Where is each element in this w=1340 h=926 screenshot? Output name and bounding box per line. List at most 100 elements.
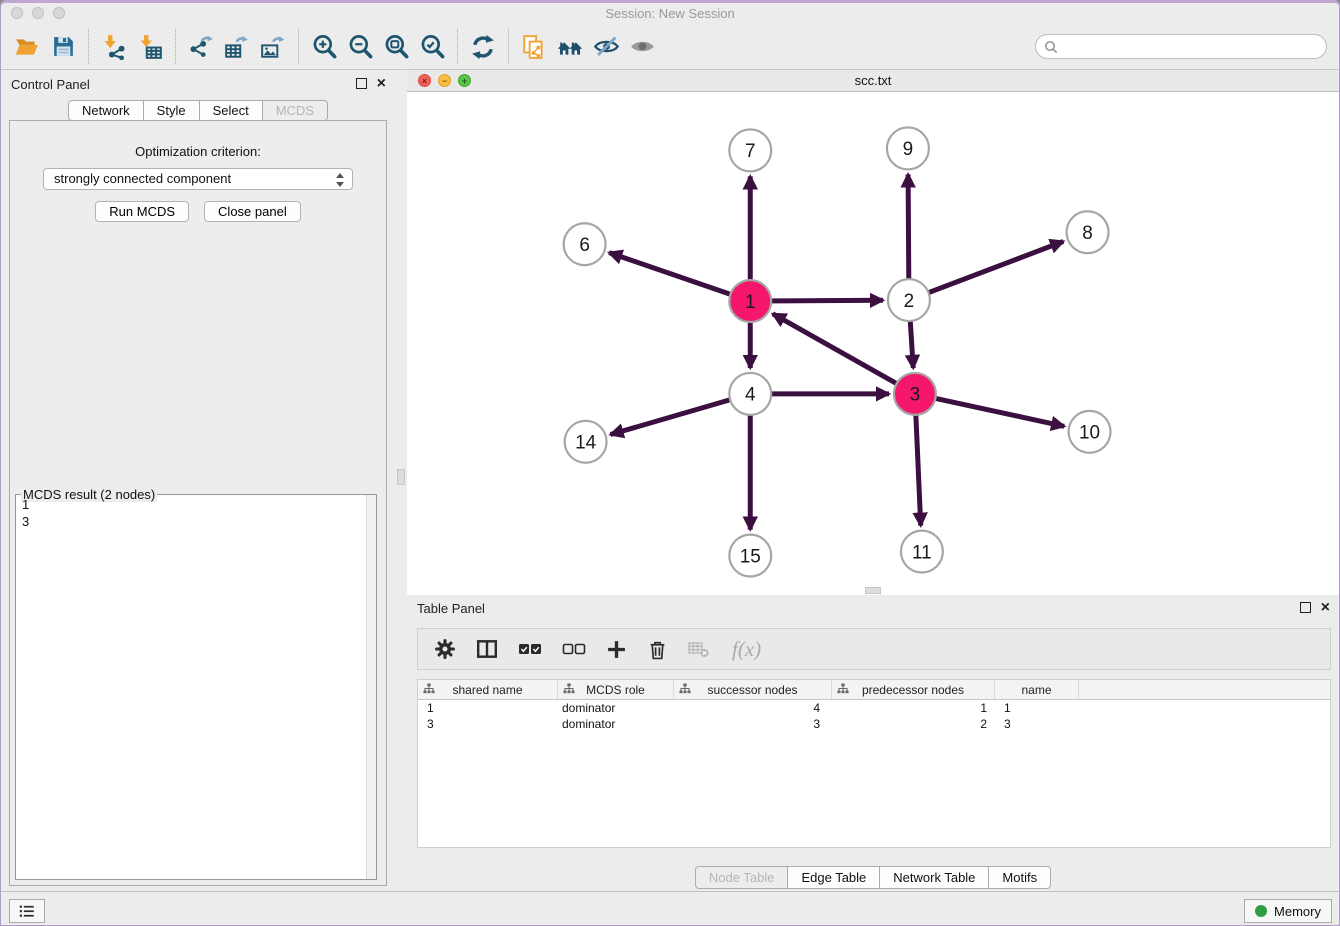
graph-edge-2-8[interactable] (909, 241, 1063, 300)
table-panel-window-buttons: × (1300, 602, 1330, 613)
column-header-predecessor-nodes[interactable]: predecessor nodes (832, 680, 995, 699)
tab-motifs[interactable]: Motifs (989, 866, 1051, 889)
graph-edge-3-1[interactable] (773, 314, 915, 394)
export-network-icon (188, 34, 214, 60)
import-table-icon (137, 34, 163, 60)
network-graph: 7968124314101511 (407, 92, 1339, 595)
network-window-titlebar: × − + scc.txt (407, 71, 1339, 92)
tab-node-table[interactable]: Node Table (695, 866, 789, 889)
optimization-criterion-select[interactable]: strongly connected component (43, 168, 353, 190)
table-cell: 3 (418, 716, 558, 732)
titlebar: Session: New Session (1, 3, 1339, 24)
hide-selected-button[interactable] (588, 28, 624, 66)
memory-status-icon (1255, 905, 1267, 917)
close-window-button[interactable] (11, 7, 23, 19)
import-network-button[interactable] (96, 28, 132, 66)
column-header-mcds-role[interactable]: MCDS role (558, 680, 674, 699)
table-cell: 1 (832, 700, 995, 716)
function-builder-button[interactable]: f(x) (732, 637, 761, 662)
close-panel-icon[interactable]: × (377, 78, 386, 89)
network-window-controls: × − + (418, 74, 471, 87)
open-session-button[interactable] (9, 28, 45, 66)
tab-select[interactable]: Select (200, 100, 263, 121)
zoom-selected-icon (419, 33, 446, 60)
tree-icon (837, 683, 849, 698)
window-title: Session: New Session (1, 3, 1339, 24)
column-header-name[interactable]: name (995, 680, 1079, 699)
tab-network[interactable]: Network (68, 100, 144, 121)
deselect-all-button[interactable] (562, 641, 586, 657)
table-row[interactable]: 1dominator411 (418, 700, 1330, 716)
control-panel-tabs: Network Style Select MCDS (1, 100, 395, 121)
export-network-button[interactable] (183, 28, 219, 66)
export-image-button[interactable] (255, 28, 291, 66)
node-table: shared name MCDS role successor nodes (417, 679, 1331, 848)
minimize-network-button[interactable]: − (438, 74, 451, 87)
table-cell: dominator (558, 700, 674, 716)
window-controls (11, 7, 65, 19)
canvas-splitter-grip[interactable] (865, 587, 881, 594)
float-table-panel-icon[interactable] (1300, 602, 1311, 613)
zoom-fit-button[interactable] (378, 28, 414, 66)
mcds-result-scrollbar[interactable] (366, 495, 376, 879)
search-box (1035, 34, 1327, 59)
close-network-button[interactable]: × (418, 74, 431, 87)
select-all-button[interactable] (518, 641, 542, 657)
node-table-header: shared name MCDS role successor nodes (418, 680, 1330, 700)
graph-edge-1-6[interactable] (609, 253, 750, 301)
delete-column-button[interactable] (647, 639, 668, 660)
minimize-window-button[interactable] (32, 7, 44, 19)
add-column-button[interactable] (606, 639, 627, 660)
search-input[interactable] (1062, 38, 1318, 55)
table-settings-button[interactable] (434, 638, 456, 660)
column-label: shared name (452, 683, 522, 697)
split-view-button[interactable] (476, 638, 498, 660)
refresh-button[interactable] (465, 28, 501, 66)
delete-table-button[interactable] (688, 640, 712, 658)
table-panel-title: Table Panel (417, 601, 485, 616)
trash-icon (647, 639, 668, 660)
vertical-splitter[interactable] (395, 71, 407, 891)
mcds-tab-content: Optimization criterion: strongly connect… (9, 120, 387, 886)
toolbar-separator (457, 29, 458, 64)
run-mcds-button[interactable]: Run MCDS (95, 201, 189, 222)
list-icon (18, 902, 36, 920)
import-network-icon (101, 34, 127, 60)
zoom-out-button[interactable] (342, 28, 378, 66)
clone-network-button[interactable] (516, 28, 552, 66)
graph-node-label: 2 (904, 291, 915, 312)
gear-icon (434, 638, 456, 660)
tab-style[interactable]: Style (144, 100, 200, 121)
zoom-in-icon (311, 33, 338, 60)
clone-network-icon (521, 34, 547, 60)
graph-edge-3-10[interactable] (915, 394, 1064, 426)
main-toolbar (1, 24, 1339, 70)
close-table-panel-icon[interactable]: × (1321, 602, 1330, 613)
optimization-criterion-label: Optimization criterion: (10, 144, 386, 159)
close-panel-button[interactable]: Close panel (204, 201, 301, 222)
maximize-window-button[interactable] (53, 7, 65, 19)
zoom-selected-button[interactable] (414, 28, 450, 66)
first-neighbors-button[interactable] (552, 28, 588, 66)
import-table-button[interactable] (132, 28, 168, 66)
tab-network-table[interactable]: Network Table (880, 866, 989, 889)
column-header-shared-name[interactable]: shared name (418, 680, 558, 699)
show-all-button[interactable] (624, 28, 660, 66)
column-header-successor-nodes[interactable]: successor nodes (674, 680, 832, 699)
table-row[interactable]: 3dominator323 (418, 716, 1330, 732)
table-cell: dominator (558, 716, 674, 732)
maximize-network-button[interactable]: + (458, 74, 471, 87)
splitter-grip[interactable] (397, 469, 405, 485)
eye-icon (629, 33, 656, 60)
network-canvas[interactable]: 7968124314101511 (407, 92, 1339, 595)
save-session-button[interactable] (45, 28, 81, 66)
export-table-button[interactable] (219, 28, 255, 66)
task-history-button[interactable] (9, 899, 45, 923)
tab-edge-table[interactable]: Edge Table (788, 866, 880, 889)
float-panel-icon[interactable] (356, 78, 367, 89)
zoom-in-button[interactable] (306, 28, 342, 66)
memory-button[interactable]: Memory (1244, 899, 1332, 923)
tab-mcds[interactable]: MCDS (263, 100, 328, 121)
houses-icon (556, 33, 584, 61)
table-cell: 2 (832, 716, 995, 732)
